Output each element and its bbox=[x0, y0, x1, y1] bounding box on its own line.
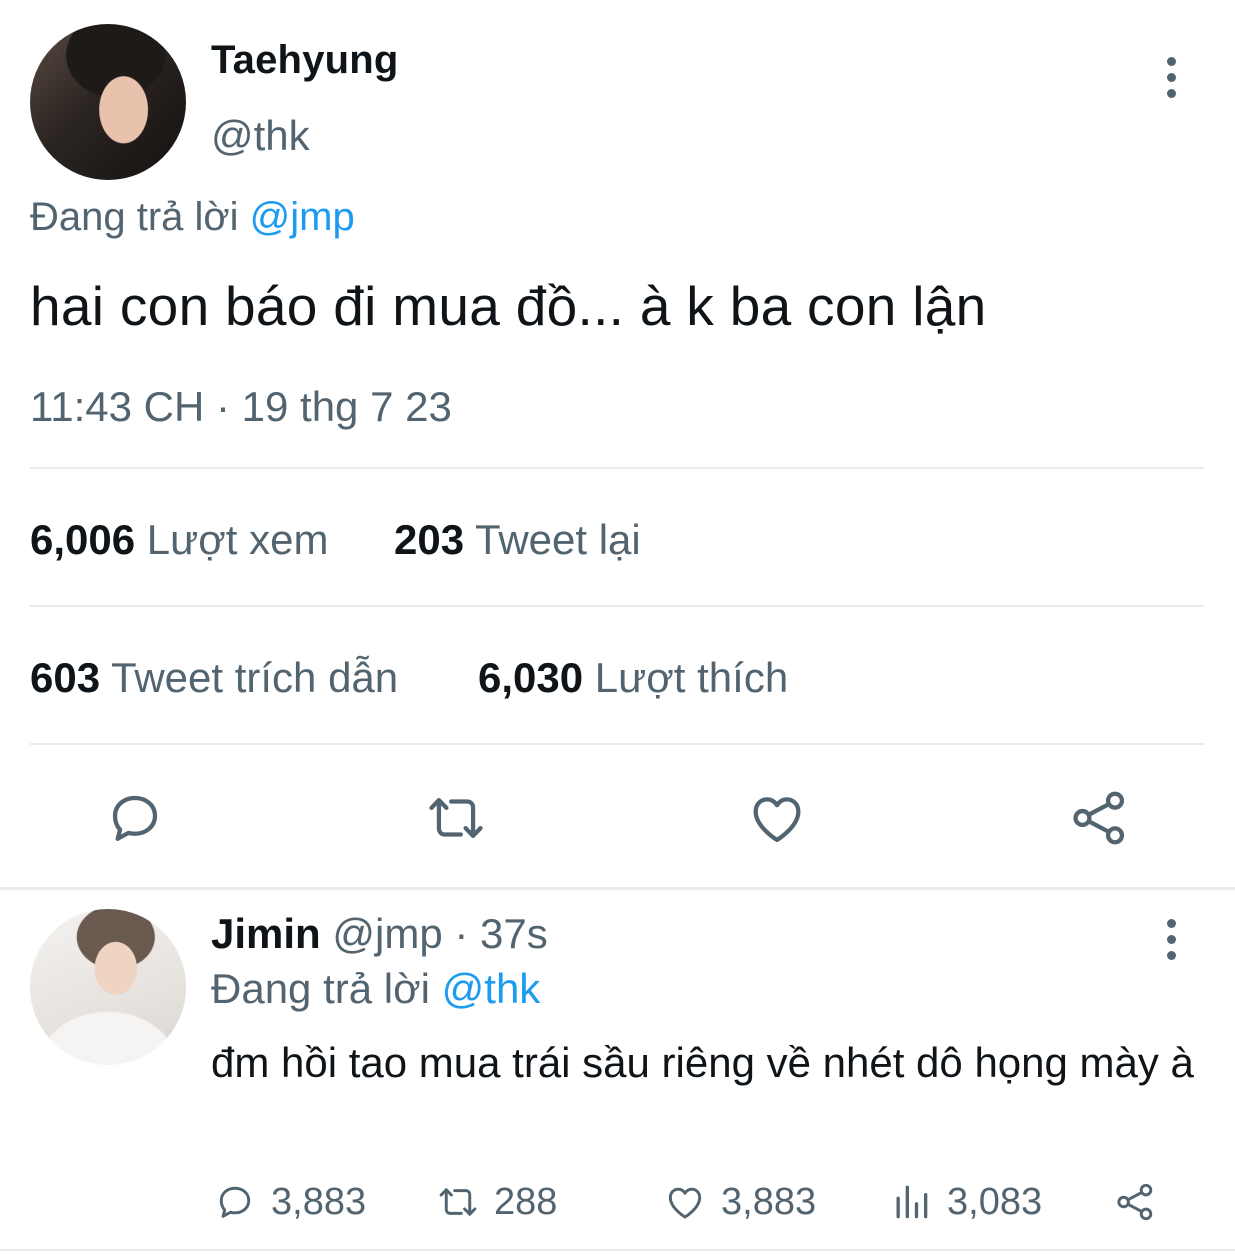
reply-button[interactable] bbox=[103, 786, 167, 850]
like-count: 3,883 bbox=[721, 1180, 817, 1223]
tweet-timestamp[interactable]: 11:43 CH · 19 thg 7 23 bbox=[30, 383, 452, 431]
reply-reply-button[interactable]: 3,883 bbox=[213, 1180, 366, 1224]
like-icon bbox=[668, 1187, 702, 1219]
views-label: Lượt xem bbox=[146, 516, 329, 563]
more-options-icon[interactable] bbox=[1164, 57, 1178, 105]
views-icon bbox=[896, 1185, 928, 1219]
like-button[interactable] bbox=[745, 786, 809, 850]
views-count: 6,006 bbox=[30, 516, 136, 563]
reply-share-button[interactable] bbox=[1113, 1180, 1171, 1224]
reply-icon bbox=[112, 795, 158, 841]
reply-author-name[interactable]: Jimin bbox=[211, 910, 321, 957]
share-button[interactable] bbox=[1067, 786, 1131, 850]
reply-replying-to: Đang trả lời @thk bbox=[211, 965, 540, 1013]
quotes-count: 603 bbox=[30, 654, 101, 701]
section-divider bbox=[0, 887, 1235, 890]
retweets-count: 203 bbox=[394, 516, 465, 563]
author-avatar[interactable] bbox=[30, 24, 186, 180]
views-count: 3,083 bbox=[947, 1180, 1043, 1223]
share-icon bbox=[1117, 1183, 1153, 1221]
reply-author-avatar[interactable] bbox=[30, 909, 186, 1065]
reply-author-handle[interactable]: @jmp bbox=[332, 910, 442, 957]
replying-prefix: Đang trả lời bbox=[211, 965, 430, 1012]
reply-text: đm hồi tao mua trái sầu riêng về nhét dô… bbox=[211, 1039, 1194, 1086]
replying-to: Đang trả lời @jmp bbox=[30, 195, 355, 240]
likes-count: 6,030 bbox=[478, 654, 584, 701]
reply-retweet-button[interactable]: 288 bbox=[436, 1180, 557, 1224]
section-divider bbox=[0, 1249, 1235, 1251]
retweets-stat[interactable]: 203 Tweet lại bbox=[394, 516, 641, 564]
share-icon bbox=[1073, 791, 1125, 845]
divider bbox=[30, 467, 1204, 469]
like-icon bbox=[753, 797, 801, 842]
more-options-icon[interactable] bbox=[1164, 919, 1178, 967]
likes-stat[interactable]: 6,030 Lượt thích bbox=[478, 654, 788, 702]
retweet-button[interactable] bbox=[424, 786, 488, 850]
author-name[interactable]: Taehyung bbox=[211, 38, 399, 83]
reply-icon bbox=[219, 1186, 251, 1218]
views-stat: 6,006 Lượt xem bbox=[30, 516, 328, 564]
tweet-text: hai con báo đi mua đồ... à k ba con lận bbox=[30, 275, 987, 337]
retweet-icon bbox=[439, 1188, 477, 1216]
retweets-label: Tweet lại bbox=[475, 516, 641, 563]
reply-views-button[interactable]: 3,083 bbox=[889, 1180, 1042, 1224]
reply-header: Jimin @jmp · 37s bbox=[211, 910, 548, 958]
divider bbox=[30, 743, 1204, 745]
reply-count: 3,883 bbox=[271, 1180, 367, 1223]
author-handle[interactable]: @thk bbox=[211, 112, 310, 160]
likes-label: Lượt thích bbox=[594, 654, 789, 701]
retweet-count: 288 bbox=[494, 1180, 558, 1223]
quotes-label: Tweet trích dẫn bbox=[111, 654, 399, 701]
quotes-stat[interactable]: 603 Tweet trích dẫn bbox=[30, 654, 398, 702]
reply-time[interactable]: · 37s bbox=[454, 910, 547, 957]
reply-like-button[interactable]: 3,883 bbox=[663, 1180, 816, 1224]
retweet-icon bbox=[429, 798, 483, 838]
divider bbox=[30, 605, 1204, 607]
replying-prefix: Đang trả lời bbox=[30, 195, 239, 239]
replying-to-handle[interactable]: @jmp bbox=[250, 195, 355, 239]
replying-to-handle[interactable]: @thk bbox=[442, 965, 541, 1012]
